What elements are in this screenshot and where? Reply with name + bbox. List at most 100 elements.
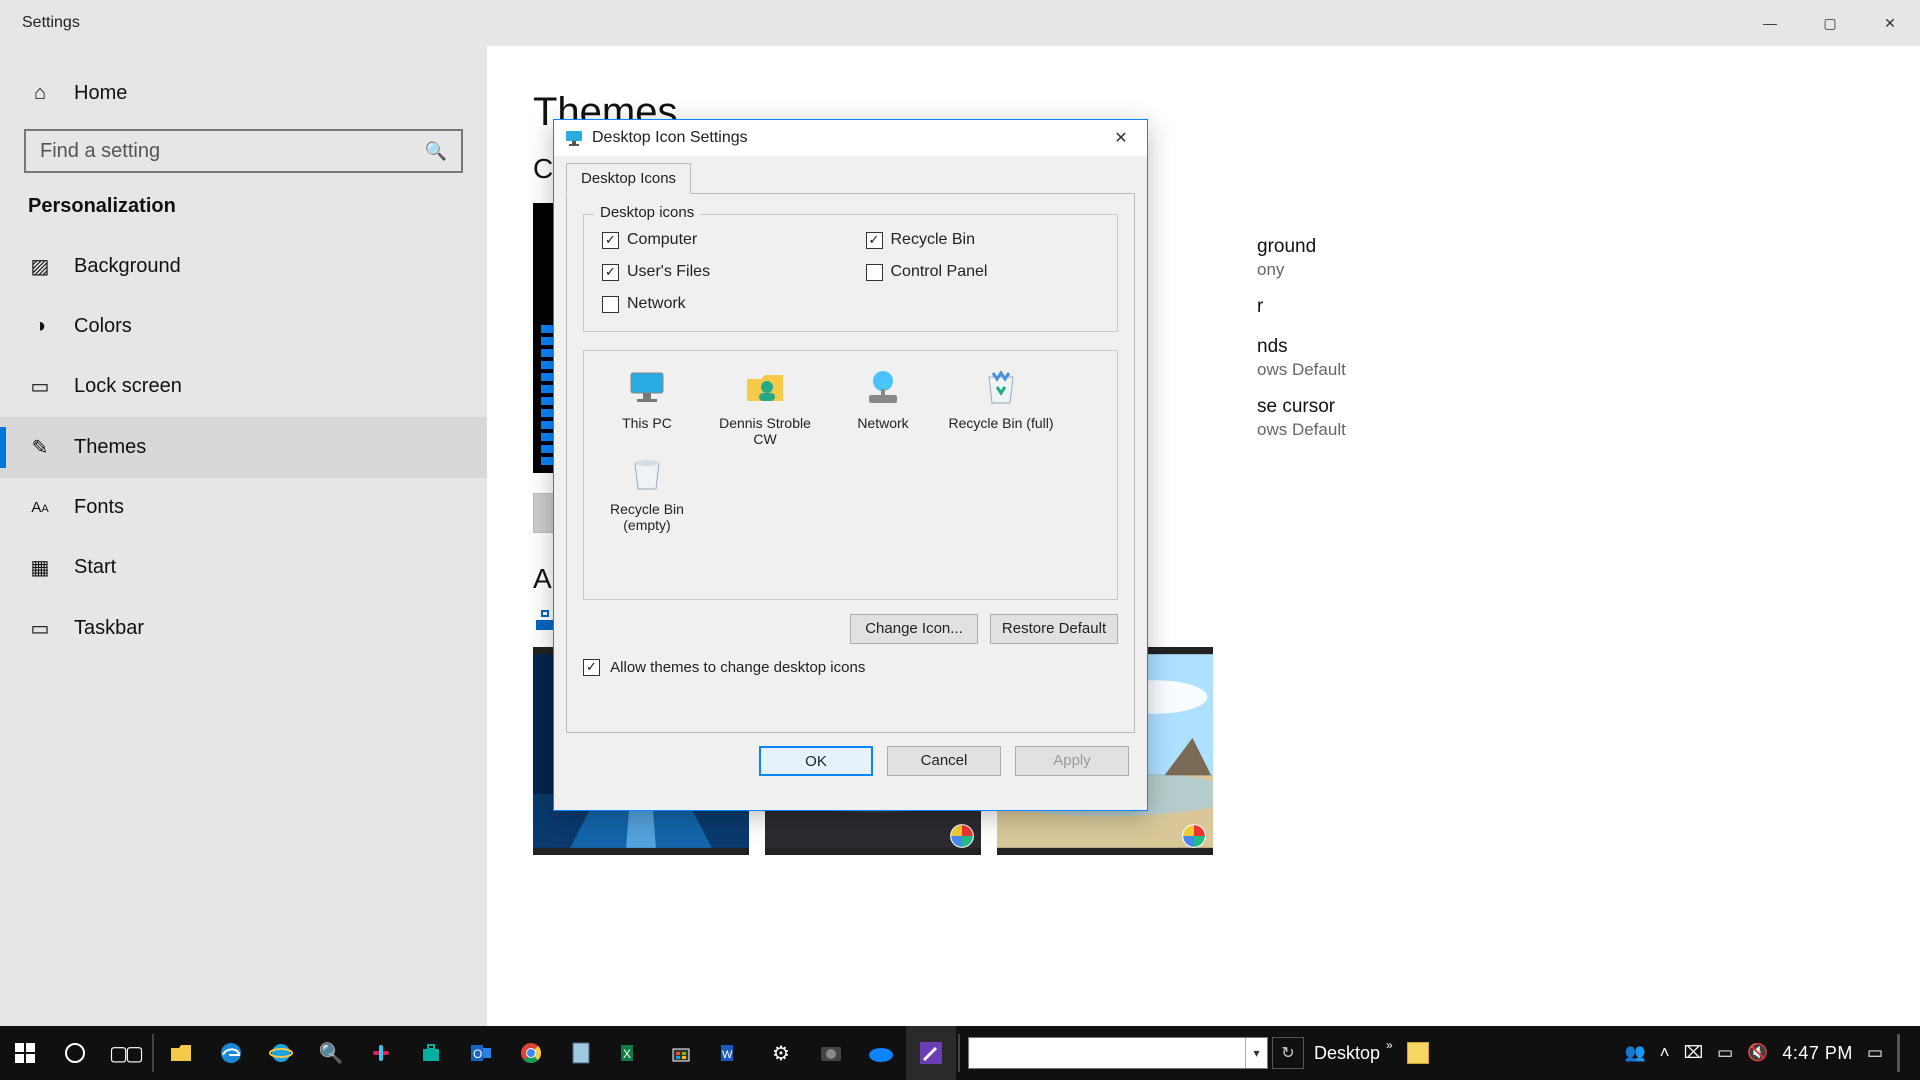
change-icon-button[interactable]: Change Icon... [850, 614, 978, 644]
taskbar-icon: ▭ [28, 616, 52, 641]
sidebar-section-title: Personalization [0, 191, 487, 236]
checkbox-control-panel[interactable]: Control Panel [866, 263, 1100, 281]
taskbar-app-ie[interactable] [256, 1026, 306, 1080]
tab-desktop-icons[interactable]: Desktop Icons [566, 163, 691, 194]
theme-detail-row[interactable]: r [1257, 286, 1346, 320]
volume-icon[interactable]: 🔇 [1747, 1043, 1768, 1063]
allow-themes-label: Allow themes to change desktop icons [610, 659, 865, 676]
store-icon [420, 1042, 442, 1064]
address-dropdown-icon[interactable]: ▾ [1245, 1038, 1267, 1068]
icon-item-recycle-empty[interactable]: Recycle Bin (empty) [588, 447, 706, 533]
taskbar-app-settings[interactable]: ⚙ [756, 1026, 806, 1080]
windows-icon [15, 1043, 35, 1063]
checkbox-icon: ✓ [602, 232, 619, 249]
taskbar-app-search[interactable]: 🔍 [306, 1026, 356, 1080]
icon-item-recycle-full[interactable]: Recycle Bin (full) [942, 361, 1060, 447]
icon-item-user[interactable]: Dennis Stroble CW [706, 361, 824, 447]
close-button[interactable]: ✕ [1860, 0, 1920, 46]
battery-icon[interactable]: ⌧ [1684, 1043, 1704, 1063]
notepad-icon [571, 1041, 591, 1065]
sidebar-item-colors[interactable]: ◑ Colors [0, 297, 487, 356]
tray-expand-icon[interactable]: ˄ [1660, 1043, 1670, 1063]
taskbar-app-slack[interactable] [356, 1026, 406, 1080]
background-icon: ▨ [28, 254, 52, 279]
taskbar-app-outlook[interactable]: O [456, 1026, 506, 1080]
start-button[interactable] [0, 1026, 50, 1080]
chrome-icon [520, 1042, 542, 1064]
desktop-icon-settings-dialog: Desktop Icon Settings ✕ Desktop Icons De… [553, 119, 1148, 811]
ok-button[interactable]: OK [759, 746, 873, 776]
sidebar-item-background[interactable]: ▨ Background [0, 236, 487, 297]
task-view-button[interactable]: ▢▢ [100, 1026, 150, 1080]
taskbar-address-bar[interactable]: ▾ [968, 1037, 1268, 1069]
address-label[interactable]: Desktop [1314, 1043, 1380, 1064]
icon-label: Recycle Bin (empty) [588, 501, 706, 533]
colors-icon: ◑ [28, 315, 52, 338]
show-desktop-button[interactable] [1897, 1034, 1900, 1072]
multi-image-badge-icon [1181, 823, 1207, 849]
theme-detail-row[interactable]: se cursor [1257, 386, 1346, 420]
checkbox-recycle-bin[interactable]: ✓Recycle Bin [866, 231, 1100, 249]
checkbox-users-files[interactable]: ✓User's Files [602, 263, 836, 281]
sidebar-item-taskbar[interactable]: ▭ Taskbar [0, 598, 487, 659]
taskbar-app-edge[interactable] [206, 1026, 256, 1080]
sidebar-item-label: Taskbar [74, 617, 144, 640]
taskbar-app-paint[interactable] [906, 1026, 956, 1080]
cortana-button[interactable] [50, 1026, 100, 1080]
taskbar-app-camera[interactable] [806, 1026, 856, 1080]
taskbar-app-excel[interactable]: X [606, 1026, 656, 1080]
sidebar-item-label: Background [74, 255, 181, 278]
search-input[interactable]: Find a setting 🔍 [24, 129, 463, 173]
taskbar-app-msstore[interactable] [656, 1026, 706, 1080]
titlebar: Settings — ▢ ✕ [0, 0, 1920, 46]
sidebar-item-start[interactable]: ▦ Start [0, 537, 487, 598]
dialog-app-icon [564, 128, 584, 148]
taskbar-left: ▢▢ 🔍 O X W ⚙ ▾ ↻ Desktop » [0, 1026, 1429, 1080]
taskbar-app-notepad[interactable] [556, 1026, 606, 1080]
theme-detail-row[interactable]: ground [1257, 226, 1346, 260]
themes-icon: ✎ [28, 435, 52, 460]
minimize-button[interactable]: — [1740, 0, 1800, 46]
user-folder-icon [743, 365, 787, 409]
icon-item-network[interactable]: Network [824, 361, 942, 447]
search-icon: 🔍 [425, 141, 447, 162]
svg-text:W: W [722, 1049, 733, 1061]
network-tray-icon[interactable]: ▭ [1717, 1043, 1733, 1063]
allow-themes-checkbox[interactable]: ✓ Allow themes to change desktop icons [583, 658, 1118, 676]
dialog-close-button[interactable]: ✕ [1099, 128, 1143, 148]
taskbar-app-chrome[interactable] [506, 1026, 556, 1080]
theme-detail-row[interactable]: nds [1257, 326, 1346, 360]
magnifier-icon: 🔍 [319, 1041, 344, 1066]
dialog-titlebar[interactable]: Desktop Icon Settings ✕ [554, 120, 1147, 156]
desktop-icons-group: Desktop icons ✓Computer ✓Recycle Bin ✓Us… [583, 214, 1118, 332]
taskbar-app-file-explorer[interactable] [156, 1026, 206, 1080]
taskbar-app-store[interactable] [406, 1026, 456, 1080]
restore-default-button[interactable]: Restore Default [990, 614, 1118, 644]
sidebar-home[interactable]: ⌂ Home [0, 64, 487, 123]
edge-icon [219, 1041, 243, 1065]
sidebar-item-lock-screen[interactable]: ▭ Lock screen [0, 356, 487, 417]
sticky-note-icon[interactable] [1407, 1042, 1429, 1064]
cancel-button[interactable]: Cancel [887, 746, 1001, 776]
chevron-right-icon[interactable]: » [1386, 1038, 1393, 1052]
checkbox-computer[interactable]: ✓Computer [602, 231, 836, 249]
start-icon: ▦ [28, 555, 52, 580]
apply-button[interactable]: Apply [1015, 746, 1129, 776]
address-refresh-button[interactable]: ↻ [1272, 1037, 1304, 1069]
checkbox-icon: ✓ [866, 232, 883, 249]
icon-item-this-pc[interactable]: This PC [588, 361, 706, 447]
sidebar-item-label: Colors [74, 315, 132, 338]
window-title: Settings [0, 14, 80, 32]
sidebar-item-themes[interactable]: ✎ Themes [0, 417, 487, 478]
sidebar-item-fonts[interactable]: AA Fonts [0, 478, 487, 537]
taskbar-app-onedrive[interactable] [856, 1026, 906, 1080]
taskbar-app-word[interactable]: W [706, 1026, 756, 1080]
action-center-icon[interactable]: ▭ [1867, 1043, 1883, 1063]
taskbar-clock[interactable]: 4:47 PM [1782, 1043, 1853, 1064]
maximize-button[interactable]: ▢ [1800, 0, 1860, 46]
people-icon[interactable]: 👥 [1624, 1043, 1645, 1063]
checkbox-network[interactable]: Network [602, 295, 836, 313]
icon-preview-grid[interactable]: This PC Dennis Stroble CW Network Recycl… [583, 350, 1118, 600]
network-icon [861, 365, 905, 409]
taskbar-separator [152, 1034, 154, 1072]
